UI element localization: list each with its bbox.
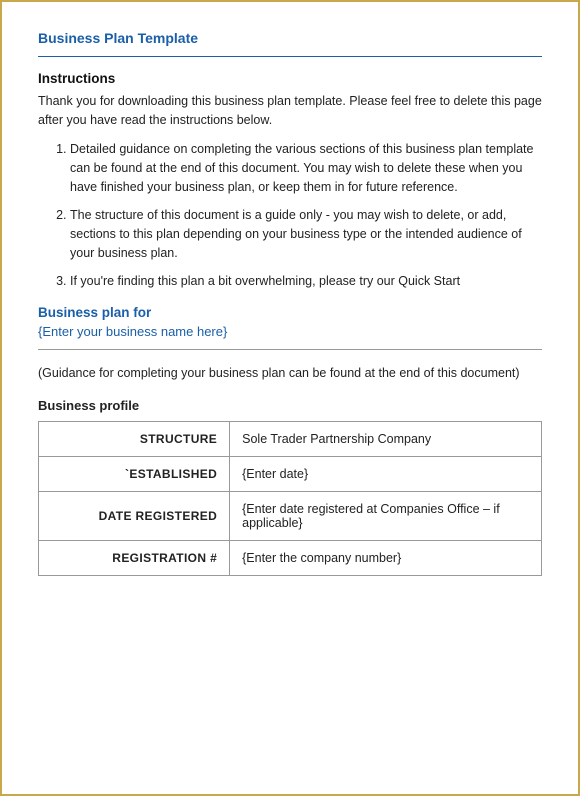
- page-wrapper: Business Plan Template Instructions Than…: [0, 0, 580, 796]
- section-divider: [38, 349, 542, 350]
- table-value: Sole Trader Partnership Company: [230, 421, 542, 456]
- guidance-text: (Guidance for completing your business p…: [38, 364, 542, 383]
- list-item: If you're finding this plan a bit overwh…: [70, 272, 542, 291]
- table-row: STRUCTURE Sole Trader Partnership Compan…: [39, 421, 542, 456]
- instructions-list: Detailed guidance on completing the vari…: [70, 140, 542, 292]
- table-value: {Enter date}: [230, 456, 542, 491]
- document-title: Business Plan Template: [38, 30, 542, 46]
- table-label: STRUCTURE: [39, 421, 230, 456]
- table-row: DATE REGISTERED {Enter date registered a…: [39, 491, 542, 540]
- table-row: REGISTRATION # {Enter the company number…: [39, 540, 542, 575]
- business-plan-heading: Business plan for: [38, 305, 542, 320]
- table-row: `ESTABLISHED {Enter date}: [39, 456, 542, 491]
- table-value: {Enter the company number}: [230, 540, 542, 575]
- instructions-heading: Instructions: [38, 71, 542, 86]
- table-label: DATE REGISTERED: [39, 491, 230, 540]
- business-name-placeholder: {Enter your business name here}: [38, 324, 542, 339]
- instructions-intro: Thank you for downloading this business …: [38, 92, 542, 130]
- table-value: {Enter date registered at Companies Offi…: [230, 491, 542, 540]
- table-label: REGISTRATION #: [39, 540, 230, 575]
- list-item: Detailed guidance on completing the vari…: [70, 140, 542, 198]
- title-divider: [38, 56, 542, 57]
- profile-table: STRUCTURE Sole Trader Partnership Compan…: [38, 421, 542, 576]
- table-label: `ESTABLISHED: [39, 456, 230, 491]
- list-item: The structure of this document is a guid…: [70, 206, 542, 264]
- profile-heading: Business profile: [38, 398, 542, 413]
